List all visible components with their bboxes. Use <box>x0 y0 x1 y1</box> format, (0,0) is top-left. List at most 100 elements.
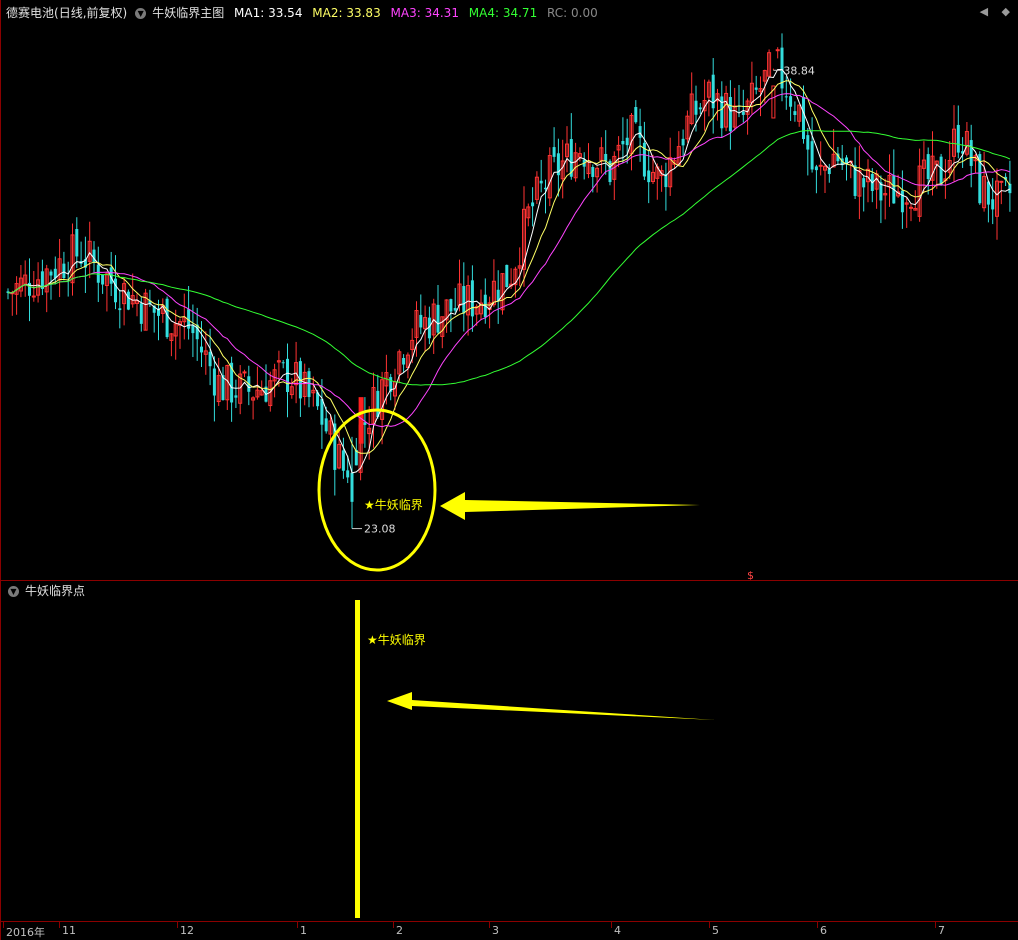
x-axis-tick <box>709 922 710 928</box>
candle-body-down <box>634 107 638 123</box>
candle-body-down <box>784 96 788 98</box>
candle-body-down <box>694 100 698 115</box>
candle-body-down <box>75 229 79 257</box>
candle-body-down <box>552 147 556 157</box>
ma2-line <box>7 80 1011 454</box>
x-axis-tick-label: 5 <box>712 924 719 937</box>
candle-body-down <box>62 263 66 279</box>
signal-label: ★牛妖临界 <box>364 497 423 512</box>
x-axis-tick-label: 3 <box>492 924 499 937</box>
candle-body-down <box>956 124 960 153</box>
candle-body-down <box>114 278 117 303</box>
candle-body-down <box>621 140 625 145</box>
x-axis-tick-label: 6 <box>820 924 827 937</box>
x-axis-tick-label: 12 <box>180 924 194 937</box>
candle-body-down <box>92 249 96 263</box>
sub-chart[interactable]: ★牛妖临界 <box>0 582 1018 920</box>
candle-body-down <box>754 87 758 90</box>
candle-body-down <box>698 107 702 110</box>
axis-divider <box>0 921 1018 922</box>
candle-body-down <box>165 298 169 338</box>
x-axis-tick <box>297 922 298 928</box>
x-axis-tick <box>611 922 612 928</box>
ma3-line <box>7 93 1011 428</box>
x-axis-tick <box>489 922 490 928</box>
x-axis-tick-label: 2 <box>396 924 403 937</box>
candle-body-up <box>999 180 1004 183</box>
candle-body-down <box>324 418 328 432</box>
candle-body-down <box>604 153 608 161</box>
low-label: 23.08 <box>364 523 396 536</box>
candle-body-down <box>139 303 143 324</box>
candle-body-down <box>926 154 930 179</box>
candle-body-down <box>638 126 642 138</box>
x-axis-tick <box>817 922 818 928</box>
pointer-arrow <box>440 492 700 520</box>
candle-body-down <box>470 280 474 317</box>
x-axis-tick <box>393 922 394 928</box>
candle-body-down <box>939 156 943 186</box>
candle-body-down <box>191 325 195 334</box>
sub-pointer-arrow <box>387 692 715 720</box>
x-axis-tick-label: 7 <box>938 924 945 937</box>
dollar-mark: $ <box>747 569 754 580</box>
candle-body-down <box>681 138 685 146</box>
candle-body-down <box>376 390 380 418</box>
candle-body-down <box>320 398 324 425</box>
candle-body-down <box>810 141 814 170</box>
x-axis-tick-label: 1 <box>300 924 307 937</box>
candle-body-down <box>234 395 238 398</box>
candle-body-down <box>449 299 453 312</box>
candle-body-down <box>402 357 406 365</box>
candle-body-down <box>281 362 285 364</box>
candle-body-down <box>802 97 805 140</box>
candle-body-up <box>242 371 247 374</box>
signal-candle <box>358 397 364 444</box>
candle-body-up <box>31 295 36 298</box>
candle-body-down <box>200 346 203 353</box>
candle-body-down <box>462 286 466 314</box>
candle-body-down <box>286 358 289 393</box>
candle-body-down <box>49 271 53 276</box>
candle-body-down <box>208 351 212 367</box>
candle-body-down <box>126 291 130 310</box>
x-axis-tick-label: 11 <box>62 924 76 937</box>
x-axis-tick-label: 4 <box>614 924 621 937</box>
candle-body-down <box>986 181 990 205</box>
candle-body-down <box>341 450 345 471</box>
high-label: 38.84 <box>783 64 815 77</box>
candle-body-down <box>991 199 995 210</box>
highlight-circle <box>317 408 437 572</box>
x-axis-tick <box>177 922 178 928</box>
x-axis-tick <box>59 922 60 928</box>
candle-body-down <box>346 470 350 478</box>
candle-body-down <box>862 178 866 188</box>
candle-body-down <box>793 111 797 116</box>
candle-body-down <box>900 190 904 213</box>
candle-body-down <box>539 180 543 184</box>
x-axis-tick <box>935 922 936 928</box>
candle-body-down <box>647 170 651 183</box>
candle-body-down <box>741 111 745 115</box>
x-axis-tick <box>3 922 4 928</box>
candle-body-down <box>814 166 818 171</box>
x-axis-tick-label: 2016年 <box>6 926 45 939</box>
candle-body-down <box>350 472 354 502</box>
candle-body-down <box>591 166 595 177</box>
candle-body-down <box>101 274 105 285</box>
candle-body-down <box>118 308 122 311</box>
candle-body-up <box>818 164 823 167</box>
candle-body-down <box>827 169 831 175</box>
candle-body-down <box>436 304 440 333</box>
candle-body-down <box>419 314 423 328</box>
main-chart[interactable]: 38.84 23.08 ★牛妖临界 $ <box>0 0 1018 580</box>
signal-bar <box>355 600 360 918</box>
candle-body-up <box>909 206 913 209</box>
candle-body-down <box>789 96 793 107</box>
sub-signal-label: ★牛妖临界 <box>367 632 426 647</box>
candle-body-down <box>1008 183 1012 194</box>
candle-body-down <box>212 368 216 396</box>
candle-body-down <box>625 137 629 146</box>
candle-body-down <box>728 96 732 132</box>
candles-group <box>6 33 1012 529</box>
